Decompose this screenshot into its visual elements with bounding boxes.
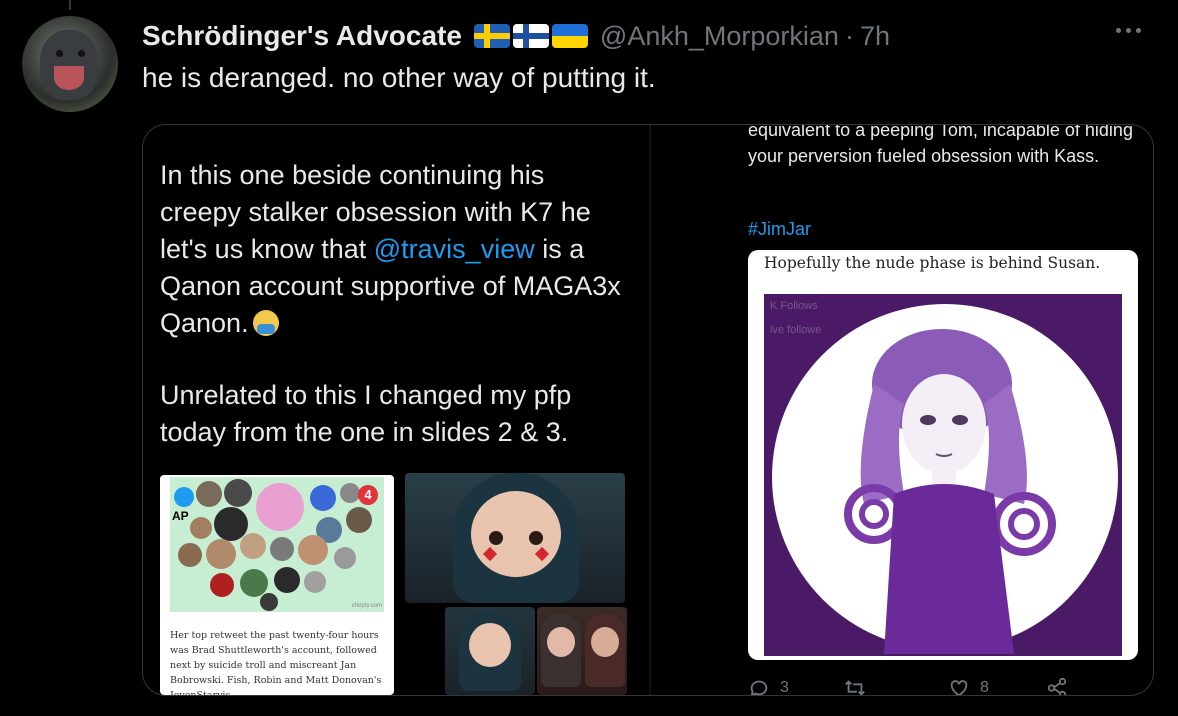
author-flags <box>473 24 588 48</box>
tweet-header: Schrödinger's Advocate @Ankh_Morporkian … <box>142 18 890 54</box>
travis-view-mention-link[interactable]: @travis_view <box>374 234 535 264</box>
thread-connector-line <box>69 0 71 10</box>
collage-bubble <box>334 547 356 569</box>
image-card-caption: Hopefully the nude phase is behind Susan… <box>764 254 1101 272</box>
collage-bubble <box>256 483 304 531</box>
faint-overlay-text: K Follows <box>770 300 818 312</box>
collage-bubble <box>340 483 360 503</box>
slide1-text: In this one beside continuing his creepy… <box>160 157 630 342</box>
collage-bubble <box>260 593 278 611</box>
slide2-text: equivalent to a peeping Tom, incapable o… <box>748 124 1133 166</box>
author-display-name[interactable]: Schrödinger's Advocate <box>142 20 462 52</box>
art-face <box>471 491 561 577</box>
avatar-dog-eye <box>56 50 63 57</box>
art-eye <box>489 531 503 545</box>
collage-bubble <box>310 485 336 511</box>
sweden-flag-icon <box>473 24 510 48</box>
art-face <box>547 627 575 657</box>
like-count: 8 <box>980 679 989 696</box>
embedded-image-card[interactable]: Hopefully the nude phase is behind Susan… <box>748 250 1138 660</box>
collage-bubble <box>178 543 202 567</box>
badge-four: 4 <box>358 485 378 505</box>
collage-bubble <box>298 535 328 565</box>
twitter-bird-icon <box>174 487 194 507</box>
reply-action[interactable]: 3 <box>748 677 789 696</box>
ukraine-flag-icon <box>551 24 588 48</box>
spiral-hair-girl-illustration <box>844 329 1056 654</box>
reply-count: 3 <box>780 679 789 696</box>
art-face <box>591 627 619 657</box>
more-dot <box>1126 28 1131 33</box>
collage-bubble <box>240 533 266 559</box>
share-action[interactable] <box>1046 677 1068 695</box>
avatar-dog-mouth <box>54 66 84 90</box>
collage-bubble <box>190 517 212 539</box>
collage-bubble <box>346 507 372 533</box>
share-icon <box>1047 677 1067 695</box>
collage-bubbles: 4 AP <box>170 477 384 612</box>
slide2-action-bar: 3 8 <box>748 677 1068 696</box>
art-cheek-mark <box>482 546 498 562</box>
collage-bubble <box>240 569 268 597</box>
collage-credit: chirpty.com <box>351 603 382 609</box>
author-handle[interactable]: @Ankh_Morporkian <box>600 21 839 52</box>
art-eye <box>529 531 543 545</box>
collage-bubble <box>210 573 234 597</box>
retweet-icon <box>845 680 865 695</box>
more-dot <box>1136 28 1141 33</box>
header-separator: · <box>844 20 854 51</box>
retweet-action[interactable] <box>844 677 876 695</box>
tweet-timestamp[interactable]: 7h <box>860 21 890 52</box>
collage-bubble <box>196 481 222 507</box>
jimjar-hashtag-link[interactable]: #JimJar <box>748 219 811 240</box>
art-cheek-mark <box>534 546 550 562</box>
purple-art-background: K Follows ive followe <box>764 294 1122 656</box>
reply-icon <box>750 680 768 695</box>
collage-bubble <box>224 479 252 507</box>
facepalm-emoji-icon <box>252 310 279 336</box>
finland-flag-icon <box>512 24 549 48</box>
hooded-character-art-large[interactable] <box>405 473 625 603</box>
hooded-character-art-small-2[interactable] <box>537 607 627 695</box>
like-action[interactable]: 8 <box>948 677 989 696</box>
tweet-text: he is deranged. no other way of putting … <box>142 62 656 93</box>
collage-bubble <box>206 539 236 569</box>
more-dot <box>1116 28 1121 33</box>
author-avatar[interactable] <box>22 16 118 112</box>
slide1-paragraph2: Unrelated to this I changed my pfp today… <box>160 380 572 447</box>
heart-icon <box>950 680 968 695</box>
more-options-icon[interactable] <box>1116 28 1141 33</box>
slide-divider <box>649 125 651 695</box>
collage-bubble <box>274 567 300 593</box>
collage-bubble <box>304 571 326 593</box>
media-carousel[interactable]: In this one beside continuing his creepy… <box>142 124 1154 696</box>
ap-logo: AP <box>172 509 189 523</box>
hooded-character-art-small-1[interactable] <box>445 607 535 695</box>
avatar-dog-eye <box>78 50 85 57</box>
collage-bubble <box>270 537 294 561</box>
collage-caption: Her top retweet the past twenty-four hou… <box>170 630 382 695</box>
art-face <box>469 623 511 667</box>
follower-collage-image[interactable]: 4 AP chirpty.com Her top retweet the pas… <box>160 475 394 695</box>
faint-overlay-text: ive followe <box>770 324 822 336</box>
